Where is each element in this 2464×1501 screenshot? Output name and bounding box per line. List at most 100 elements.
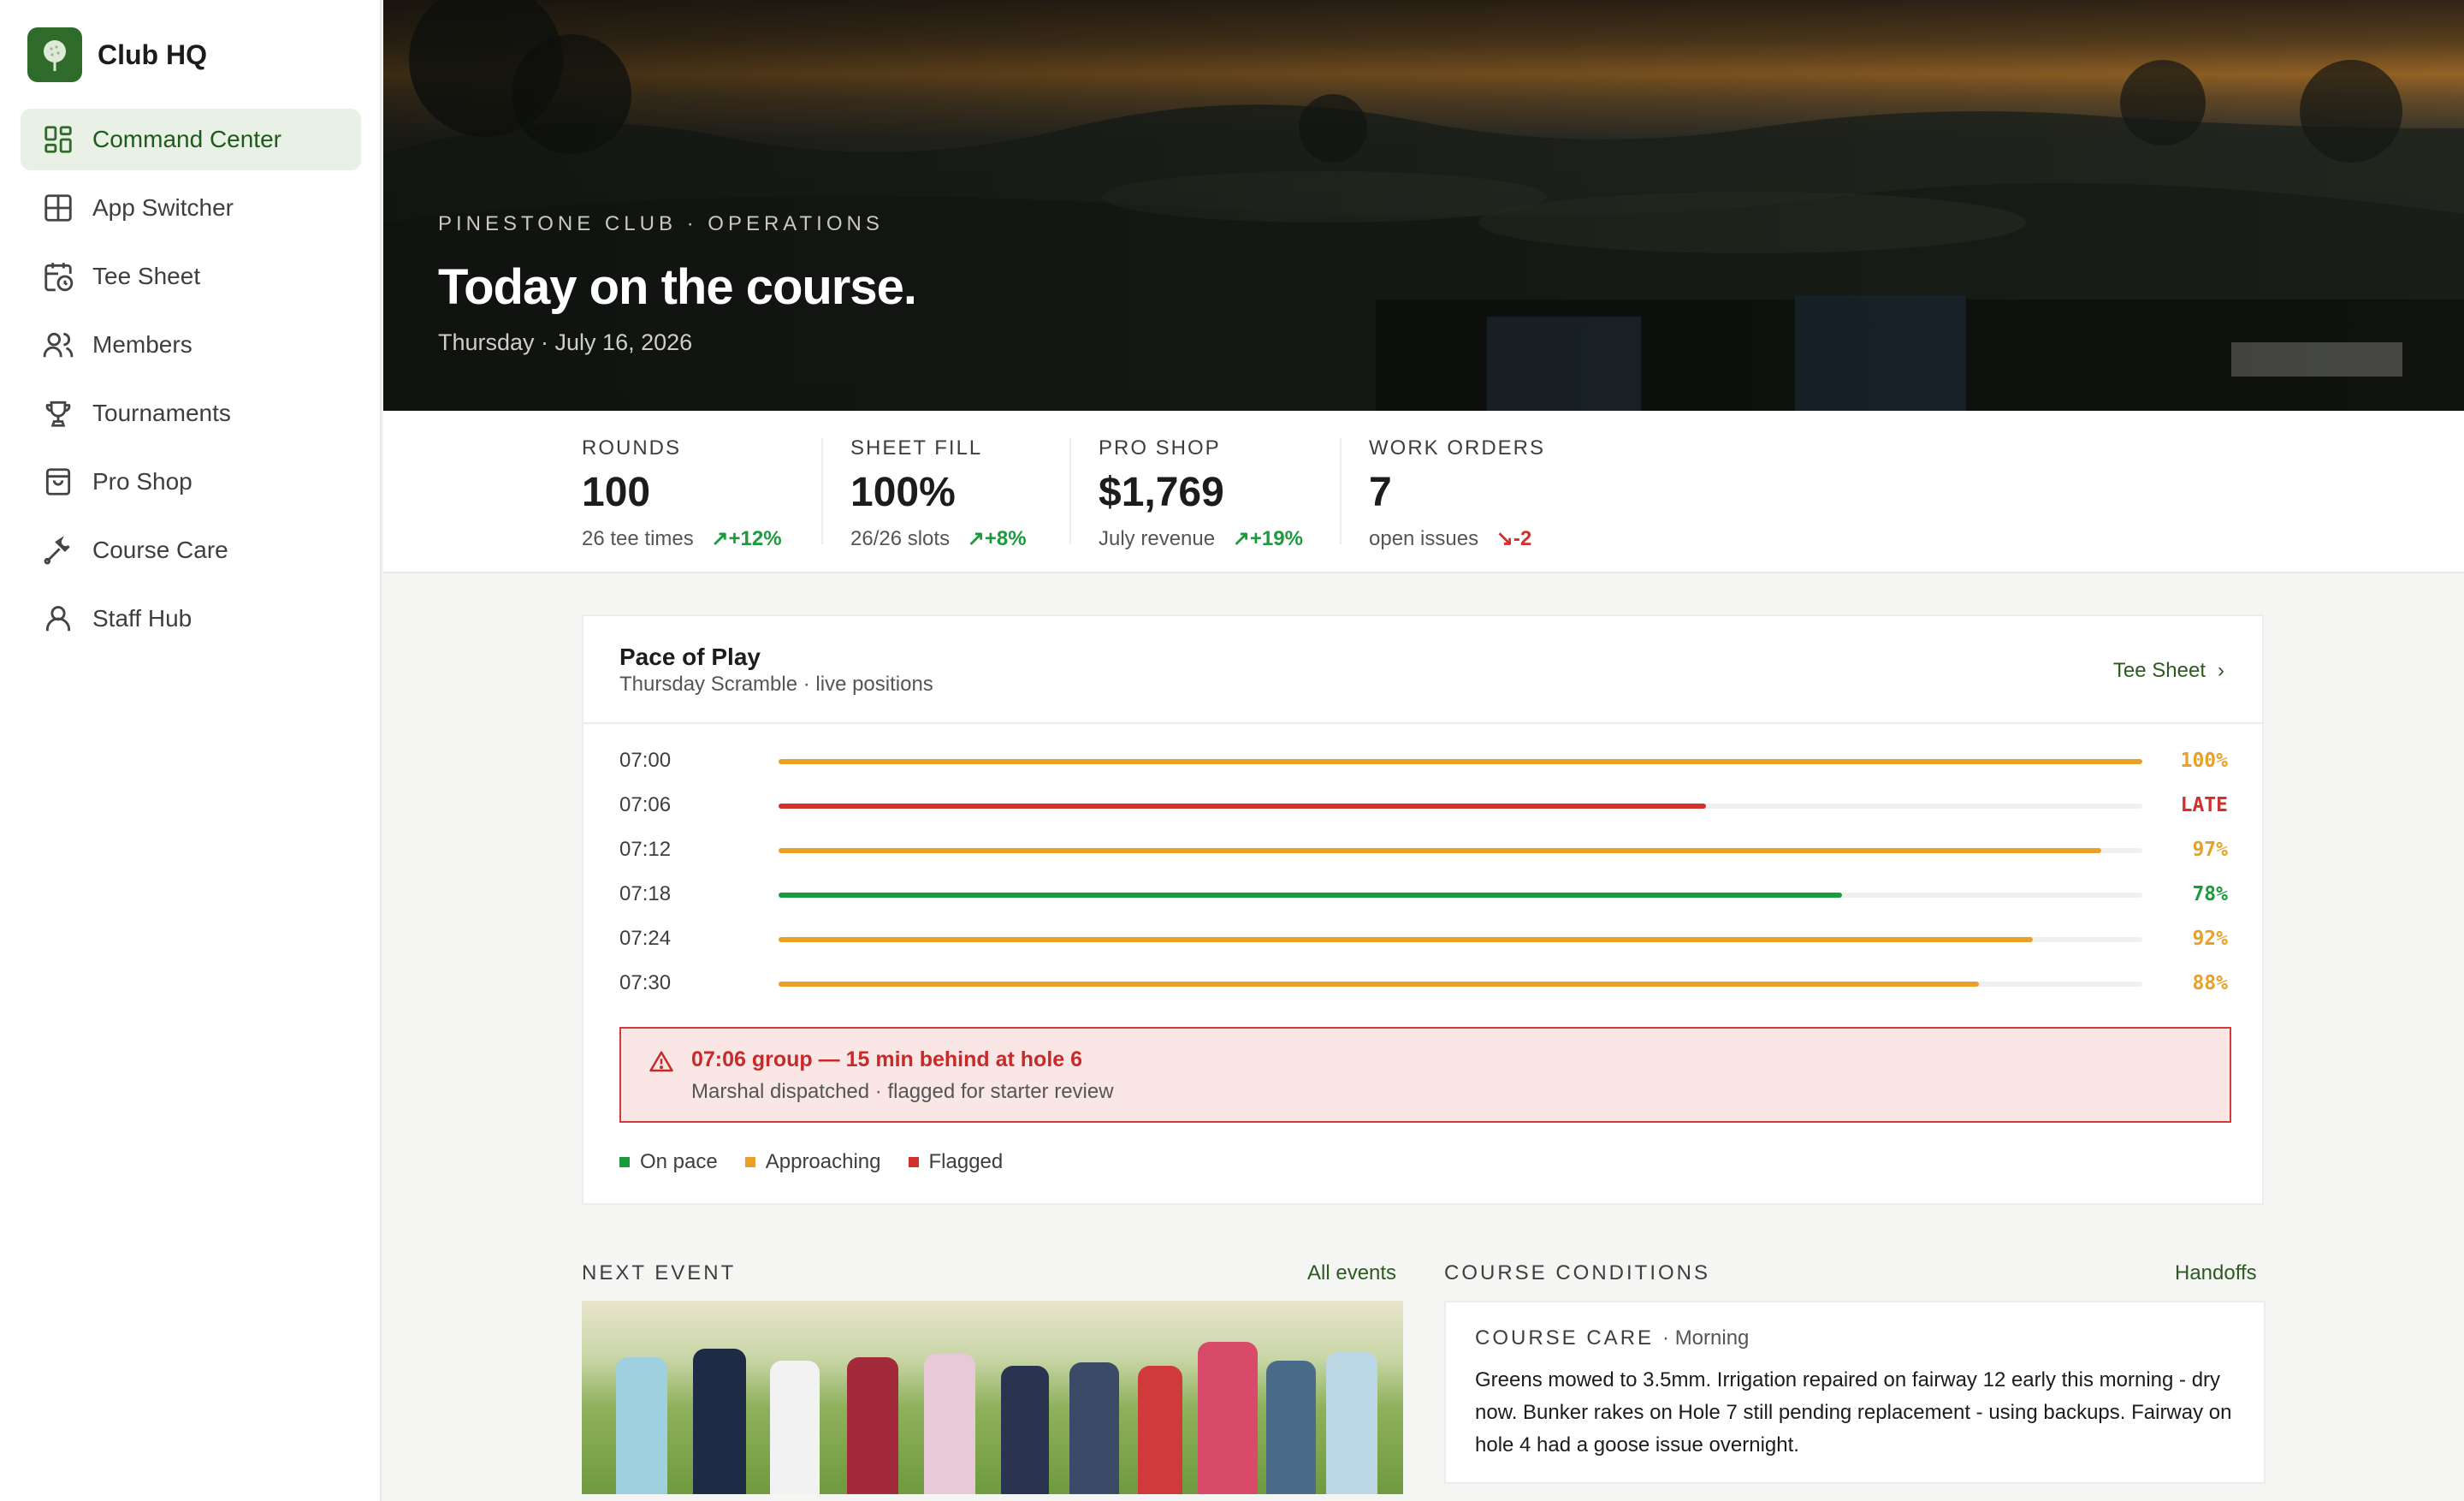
legend-swatch	[619, 1157, 630, 1167]
pace-track	[779, 937, 2142, 942]
users-icon	[41, 328, 75, 362]
kpi-trend: +19%	[1249, 527, 1303, 550]
sidebar-item-staff-hub[interactable]: Staff Hub	[21, 588, 361, 650]
card-title: Pace of Play	[619, 644, 761, 670]
legend-item-on-pace: On pace	[619, 1150, 718, 1174]
sidebar-nav: Command Center App Switcher Tee Sheet Me…	[21, 109, 361, 656]
golfer-figure	[1001, 1366, 1049, 1494]
sidebar-item-label: App Switcher	[92, 194, 234, 221]
page-title: Today on the course.	[438, 259, 917, 315]
kpi-trend: -2	[1513, 527, 1532, 550]
next-event-label: NEXT EVENT	[582, 1261, 737, 1284]
kpi-sub: open issues ↘-2	[1369, 526, 1545, 551]
legend-swatch	[908, 1157, 919, 1167]
kpi-value: 7	[1369, 470, 1392, 515]
trend-up-icon: ↗	[705, 527, 729, 550]
pace-fill	[779, 848, 2102, 853]
hero-banner: PINESTONE CLUB · OPERATIONS Today on the…	[383, 0, 2464, 411]
golfer-figure	[1138, 1366, 1182, 1494]
sidebar: Club HQ Command Center App Switcher Tee …	[0, 0, 382, 1501]
event-photo[interactable]	[582, 1301, 1403, 1494]
kpi-trend: +12%	[728, 527, 782, 550]
kpi-sub: 26/26 slots ↗+8%	[850, 526, 1027, 551]
golf-ball-logo-icon	[27, 27, 82, 82]
calendar-clock-icon	[41, 259, 75, 294]
pace-fill	[779, 937, 2034, 942]
kpi-rounds[interactable]: ROUNDS 100 26 tee times ↗+12%	[582, 436, 782, 551]
kpi-sub-text: July revenue	[1099, 527, 1216, 550]
sidebar-item-course-care[interactable]: Course Care	[21, 519, 361, 581]
kpi-sub-text: open issues	[1369, 527, 1479, 550]
pace-track	[779, 848, 2142, 853]
sidebar-item-label: Members	[92, 331, 192, 358]
card-subtitle: Thursday Scramble · live positions	[619, 673, 933, 696]
pace-fill	[779, 759, 2142, 764]
pace-time: 07:18	[619, 882, 672, 905]
all-events-link[interactable]: All events	[1307, 1261, 1396, 1285]
pace-fill	[779, 893, 1843, 898]
pace-row[interactable]: 07:18 78%	[619, 881, 2228, 907]
kpi-sub-text: 26 tee times	[582, 527, 694, 550]
tee-sheet-link[interactable]: Tee Sheet ›	[2113, 659, 2224, 683]
kpi-pro-shop[interactable]: PRO SHOP $1,769 July revenue ↗+19%	[1099, 436, 1303, 551]
kpi-label: SHEET FILL	[850, 436, 983, 460]
conditions-text: Greens mowed to 3.5mm. Irrigation repair…	[1475, 1368, 2232, 1457]
sidebar-item-members[interactable]: Members	[21, 314, 361, 376]
pace-value: 78%	[2192, 883, 2228, 905]
pace-value: 92%	[2192, 928, 2228, 950]
warning-triangle-icon	[649, 1049, 674, 1075]
trophy-icon	[41, 396, 75, 430]
hero-eyebrow: PINESTONE CLUB · OPERATIONS	[438, 212, 884, 235]
sidebar-item-command-center[interactable]: Command Center	[21, 109, 361, 170]
sidebar-item-app-switcher[interactable]: App Switcher	[21, 177, 361, 239]
golfer-figure	[693, 1349, 746, 1494]
golfer-figure	[1069, 1362, 1119, 1494]
brand[interactable]: Club HQ	[27, 27, 207, 82]
sidebar-item-pro-shop[interactable]: Pro Shop	[21, 451, 361, 513]
pace-row[interactable]: 07:30 88%	[619, 970, 2228, 996]
kpi-bar: ROUNDS 100 26 tee times ↗+12% SHEET FILL…	[383, 411, 2464, 573]
shopping-bag-icon	[41, 465, 75, 499]
pace-of-play-card: Pace of Play Thursday Scramble · live po…	[582, 614, 2264, 1205]
pace-row[interactable]: 07:06 LATE	[619, 792, 2228, 818]
kpi-label: PRO SHOP	[1099, 436, 1221, 460]
kpi-value: $1,769	[1099, 470, 1224, 515]
legend-label: Approaching	[765, 1150, 881, 1173]
kpi-value: 100%	[850, 470, 956, 515]
kpi-sub-text: 26/26 slots	[850, 527, 951, 550]
sidebar-item-label: Pro Shop	[92, 468, 192, 495]
kpi-trend: +8%	[984, 527, 1027, 550]
kpi-work-orders[interactable]: WORK ORDERS 7 open issues ↘-2	[1369, 436, 1545, 551]
pace-legend: On pace Approaching Flagged	[619, 1150, 1030, 1174]
alert-title: 07:06 group — 15 min behind at hole 6	[691, 1047, 1083, 1071]
golfer-figure	[847, 1357, 898, 1494]
kpi-divider	[1340, 438, 1342, 544]
sidebar-item-tee-sheet[interactable]: Tee Sheet	[21, 246, 361, 307]
user-icon	[41, 602, 75, 636]
golfer-figure	[770, 1361, 820, 1494]
hero-text: PINESTONE CLUB · OPERATIONS Today on the…	[438, 212, 917, 356]
pace-fill	[779, 804, 1706, 809]
pace-time: 07:30	[619, 971, 672, 994]
sidebar-item-tournaments[interactable]: Tournaments	[21, 383, 361, 444]
pace-alert[interactable]: 07:06 group — 15 min behind at hole 6 Ma…	[619, 1027, 2231, 1123]
kpi-label: ROUNDS	[582, 436, 682, 460]
pace-time: 07:24	[619, 927, 672, 950]
golfer-figure	[616, 1357, 667, 1494]
sidebar-item-label: Tee Sheet	[92, 263, 201, 289]
app-name: Club HQ	[98, 39, 207, 70]
pace-row[interactable]: 07:12 97%	[619, 837, 2228, 863]
kpi-divider	[821, 438, 823, 544]
course-conditions-label: COURSE CONDITIONS	[1444, 1261, 1711, 1284]
pace-row[interactable]: 07:24 92%	[619, 926, 2228, 952]
pace-row[interactable]: 07:00 100%	[619, 748, 2228, 774]
conditions-card[interactable]: COURSE CARE · Morning Greens mowed to 3.5…	[1444, 1301, 2266, 1484]
kpi-sheet-fill[interactable]: SHEET FILL 100% 26/26 slots ↗+8%	[850, 436, 1027, 551]
kpi-divider	[1069, 438, 1071, 544]
link-label: Tee Sheet	[2112, 659, 2206, 682]
handoffs-link[interactable]: Handoffs	[2175, 1261, 2257, 1285]
alert-detail: Marshal dispatched · flagged for starter…	[691, 1080, 1114, 1103]
kpi-label: WORK ORDERS	[1369, 436, 1546, 460]
legend-label: On pace	[640, 1150, 718, 1173]
conditions-tag: COURSE CARE · Morning	[1475, 1326, 1749, 1350]
